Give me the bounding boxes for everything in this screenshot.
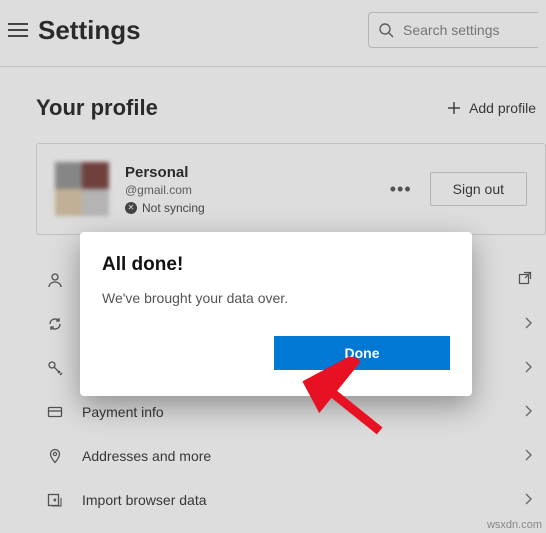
- menu-item-import-browser-data[interactable]: Import browser data: [36, 478, 546, 522]
- sync-icon: [46, 316, 64, 332]
- menu-label: Payment info: [82, 404, 164, 420]
- sign-out-button[interactable]: Sign out: [430, 172, 527, 206]
- done-button[interactable]: Done: [274, 336, 450, 370]
- avatar: [55, 162, 109, 216]
- section-heading-your-profile: Your profile: [36, 95, 158, 121]
- chevron-right-icon: [524, 316, 532, 332]
- watermark: wsxdn.com: [487, 519, 542, 531]
- profile-name: Personal: [125, 164, 205, 181]
- chevron-right-icon: [524, 448, 532, 464]
- profile-email: @gmail.com: [125, 183, 205, 197]
- more-options-button[interactable]: •••: [390, 179, 412, 200]
- person-icon: [46, 272, 64, 288]
- card-icon: [46, 404, 64, 420]
- add-profile-button[interactable]: Add profile: [447, 100, 536, 116]
- menu-toggle-button[interactable]: [8, 23, 28, 37]
- menu-label: Import browser data: [82, 492, 207, 508]
- search-icon: [378, 22, 394, 38]
- dialog-body: We've brought your data over.: [102, 290, 450, 306]
- menu-label: Addresses and more: [82, 448, 211, 464]
- import-icon: [46, 492, 64, 508]
- profile-card: Personal @gmail.com ✕ Not syncing ••• Si…: [36, 143, 546, 235]
- location-icon: [46, 448, 64, 464]
- sync-status-text: Not syncing: [142, 201, 205, 215]
- external-link-icon: [518, 271, 532, 288]
- add-profile-label: Add profile: [469, 100, 536, 116]
- sync-status-icon: ✕: [125, 202, 137, 214]
- chevron-right-icon: [524, 404, 532, 420]
- import-complete-dialog: All done! We've brought your data over. …: [80, 232, 472, 396]
- menu-item-addresses[interactable]: Addresses and more: [36, 434, 546, 478]
- menu-item-payment-info[interactable]: Payment info: [36, 390, 546, 434]
- plus-icon: [447, 101, 461, 115]
- dialog-title: All done!: [102, 254, 450, 276]
- page-title: Settings: [38, 15, 141, 46]
- chevron-right-icon: [524, 492, 532, 508]
- key-icon: [46, 360, 64, 376]
- chevron-right-icon: [524, 360, 532, 376]
